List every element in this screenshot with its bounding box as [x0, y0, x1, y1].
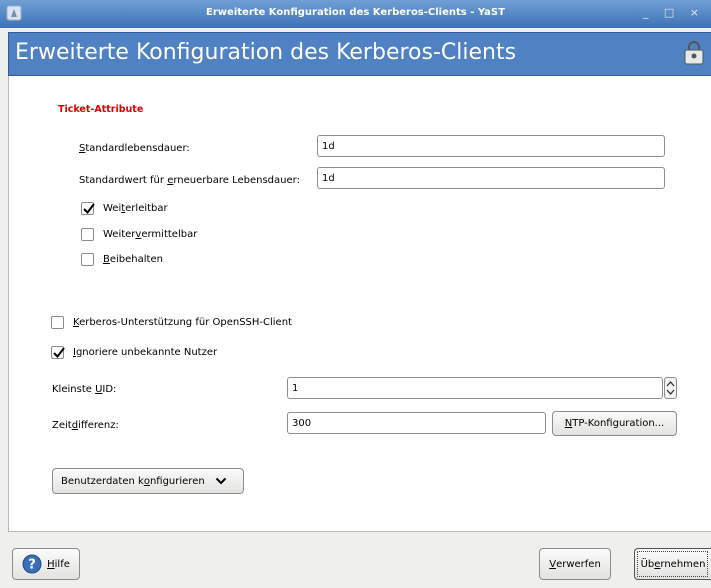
help-button[interactable]: ? Hilfe [12, 548, 80, 580]
svg-text:?: ? [28, 558, 36, 573]
clock-skew-label: Zeitdifferenz: [52, 420, 119, 431]
spin-arrows-icon [666, 381, 675, 395]
uid-spinner[interactable] [664, 377, 677, 399]
forwardable-checkbox[interactable] [81, 202, 95, 215]
ntp-configuration-button[interactable]: N TP-Konfiguration... [552, 411, 677, 436]
proxiable-checkbox[interactable] [81, 228, 94, 241]
ignore-unknown-users-label: Ignoriere unbekannte Nutzer [73, 347, 218, 358]
configure-user-data-menu-button[interactable]: Benutzerdaten k o nfigurieren [52, 468, 244, 494]
help-icon: ? [22, 554, 42, 574]
minimum-uid-label: Kleinste UID: [52, 384, 117, 395]
dialog-header: Erweiterte Konfiguration des Kerberos-Cl… [8, 32, 711, 76]
window-controls-icon[interactable]: _ □ × [643, 6, 705, 19]
default-lifetime-input[interactable] [317, 135, 665, 157]
forwardable-label: Weiterleitbar [103, 203, 168, 214]
dialog-title: Erweiterte Konfiguration des Kerberos-Cl… [15, 40, 517, 65]
renewable-lifetime-input[interactable] [317, 167, 665, 189]
openssh-support-checkbox[interactable] [51, 316, 64, 329]
renewable-lifetime-label: Standardwert für erneuerbare Lebensdauer… [79, 175, 300, 186]
lock-icon [684, 41, 704, 65]
openssh-support-label: Kerberos-Unterstützung für OpenSSH-Clien… [73, 317, 292, 328]
retain-checkbox[interactable] [81, 253, 94, 266]
chevron-down-icon [215, 477, 226, 485]
checkmark-icon [83, 203, 95, 215]
section-title-ticket-attributes: Ticket-Attribute [58, 104, 144, 115]
apply-button[interactable]: Üb e rnehmen [634, 548, 711, 580]
clock-skew-input[interactable] [287, 412, 546, 434]
discard-button[interactable]: Verwerfen [539, 548, 611, 580]
minimum-uid-input[interactable] [287, 377, 663, 399]
retain-label: Beibehalten [103, 254, 163, 265]
proxiable-label: Weitervermittelbar [103, 229, 198, 240]
ignore-unknown-users-checkbox[interactable] [51, 346, 65, 359]
default-lifetime-label: Standardlebensdauer: [79, 143, 190, 154]
window-title: Erweiterte Konfiguration des Kerberos-Cl… [206, 7, 505, 18]
checkmark-icon [53, 347, 65, 359]
window-title-bar[interactable]: Erweiterte Konfiguration des Kerberos-Cl… [0, 0, 711, 28]
